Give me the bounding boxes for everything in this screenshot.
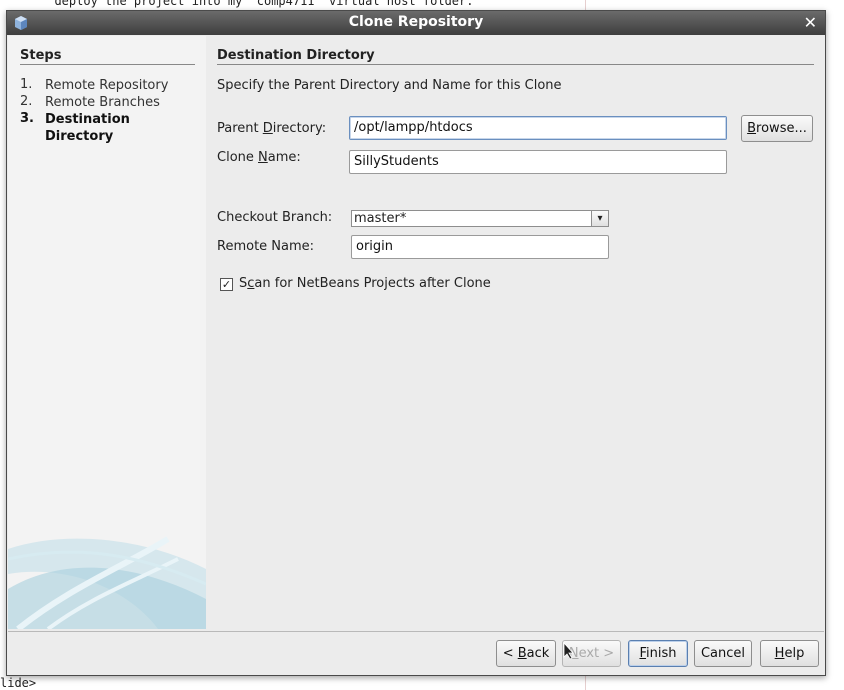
steps-panel: Steps 1. Remote Repository 2. Remote Bra… [8, 36, 206, 629]
wizard-swoosh-art [8, 536, 206, 629]
back-button[interactable]: < Back [496, 640, 556, 667]
checkout-branch-select[interactable]: master* ▾ [351, 210, 609, 227]
step-label: Remote Repository [45, 78, 169, 93]
finish-button[interactable]: Finish [628, 640, 688, 667]
panel-description: Specify the Parent Directory and Name fo… [217, 78, 562, 93]
clone-name-label: Clone Name: [217, 150, 301, 165]
step-number: 1. [20, 77, 33, 92]
cancel-button[interactable]: Cancel [694, 640, 752, 667]
remote-name-input[interactable]: origin [351, 235, 609, 259]
clone-name-input[interactable]: SillyStudents [349, 150, 727, 174]
destination-directory-panel: Destination Directory Specify the Parent… [206, 36, 826, 629]
dialog-title: Clone Repository [348, 14, 484, 30]
step-label: Remote Branches [45, 95, 160, 110]
editor-text-line: deploy the project into my "comp4711" vi… [40, 0, 474, 8]
close-icon[interactable]: ✕ [804, 13, 817, 32]
footer-divider [8, 631, 824, 632]
mouse-pointer-icon [563, 642, 574, 660]
scan-projects-checkbox[interactable]: ✓ [220, 278, 233, 291]
checkout-branch-value: master* [354, 211, 407, 226]
browse-button[interactable]: Browse... [741, 115, 813, 142]
scan-projects-label[interactable]: Scan for NetBeans Projects after Clone [239, 276, 491, 291]
editor-text-line: lide> [0, 676, 37, 690]
steps-heading: Steps [20, 48, 62, 63]
clone-repository-dialog: Clone Repository ✕ Steps 1. Remote Repos… [6, 10, 826, 676]
steps-divider [20, 64, 195, 65]
parent-directory-label: Parent Directory: [217, 121, 327, 136]
step-number: 3. [20, 111, 34, 126]
dialog-titlebar[interactable]: Clone Repository ✕ [7, 11, 825, 35]
panel-title: Destination Directory [217, 48, 375, 63]
step-label: Destination Directory [45, 112, 130, 144]
remote-name-label: Remote Name: [217, 239, 315, 254]
chevron-down-icon[interactable]: ▾ [591, 211, 608, 226]
checkout-branch-label: Checkout Branch: [217, 210, 333, 225]
help-button[interactable]: Help [760, 640, 819, 667]
step-number: 2. [20, 94, 33, 109]
panel-divider [217, 64, 814, 65]
parent-directory-input[interactable]: /opt/lampp/htdocs [349, 116, 727, 140]
